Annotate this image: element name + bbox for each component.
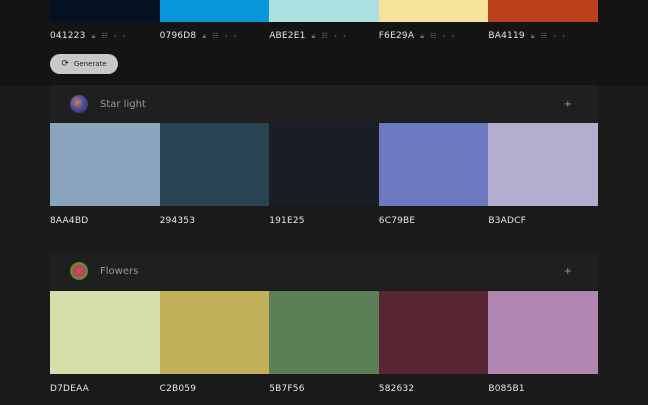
chevron-left-icon[interactable]: ‹ [443, 32, 446, 41]
chevron-right-icon[interactable]: › [123, 32, 126, 41]
sliders-icon[interactable]: ☷ [430, 32, 436, 41]
swatch-code-cell: C2B059 [160, 384, 270, 394]
swatch-code-cell: F6E29A 🔒︎ ☷ ‹ › [379, 31, 489, 41]
swatch-code-cell: 041223 🔒︎ ☷ ‹ › [50, 31, 160, 41]
hex-code: C2B059 [159, 384, 197, 394]
flowers-swatches [50, 291, 598, 374]
swatch-code-cell: 6C79BE [379, 216, 489, 226]
swatch-code-cell: B085B1 [488, 384, 598, 394]
swatch-controls: 🔒︎ ☷ ‹ › [202, 32, 236, 41]
hex-code: 0796D8 [159, 31, 197, 41]
sliders-icon[interactable]: ☷ [212, 32, 218, 41]
palette-avatar [70, 262, 88, 280]
color-swatch[interactable] [378, 291, 489, 374]
color-swatch[interactable] [269, 291, 379, 374]
hex-code: 6C79BE [378, 216, 416, 226]
lock-icon[interactable]: 🔒︎ [420, 32, 424, 41]
hex-code: F6E29A [378, 31, 415, 41]
color-swatch[interactable] [488, 123, 598, 206]
swatch-code-cell: 191E25 [269, 216, 379, 226]
sliders-icon[interactable]: ☷ [321, 32, 327, 41]
generate-button[interactable]: ⟳ Generate [50, 54, 118, 74]
chevron-left-icon[interactable]: ‹ [553, 32, 556, 41]
chevron-right-icon[interactable]: › [562, 32, 565, 41]
swatch-code-cell: 5B7F56 [269, 384, 379, 394]
hex-code: B3ADCF [488, 216, 527, 226]
palette-header-star-light: Star light + [50, 85, 598, 123]
swatch-controls: 🔒︎ ☷ ‹ › [420, 32, 454, 41]
star-light-swatches [50, 123, 598, 206]
color-swatch[interactable] [50, 291, 160, 374]
color-swatch[interactable] [269, 0, 379, 22]
lock-icon[interactable]: 🔒︎ [312, 32, 316, 41]
hex-code: B085B1 [488, 384, 525, 394]
palette-header-flowers: Flowers + [50, 252, 598, 290]
swatch-code-cell: BA4119 🔒︎ ☷ ‹ › [488, 31, 598, 41]
lock-icon[interactable]: 🔒︎ [92, 32, 96, 41]
lock-icon[interactable]: 🔒︎ [531, 32, 535, 41]
hex-code: 294353 [159, 216, 196, 226]
sliders-icon[interactable]: ☷ [102, 32, 108, 41]
generate-label: Generate [73, 60, 107, 68]
hex-code: ABE2E1 [269, 31, 306, 41]
color-swatch[interactable] [50, 0, 160, 22]
swatch-controls: 🔒︎ ☷ ‹ › [312, 32, 346, 41]
chevron-right-icon[interactable]: › [234, 32, 237, 41]
top-palette-codes: 041223 🔒︎ ☷ ‹ › 0796D8 🔒︎ ☷ ‹ › ABE2E1 🔒… [50, 31, 598, 41]
color-swatch[interactable] [269, 123, 379, 206]
palette-title: Flowers [100, 265, 139, 277]
add-palette-button[interactable]: + [564, 266, 572, 277]
hex-code: 582632 [378, 384, 415, 394]
color-swatch[interactable] [378, 0, 489, 22]
color-swatch[interactable] [159, 0, 270, 22]
swatch-code-cell: 294353 [160, 216, 270, 226]
swatch-code-cell: B3ADCF [488, 216, 598, 226]
color-swatch[interactable] [159, 123, 270, 206]
swatch-code-cell: 0796D8 🔒︎ ☷ ‹ › [160, 31, 270, 41]
hex-code: 191E25 [269, 216, 305, 226]
swatch-controls: 🔒︎ ☷ ‹ › [92, 32, 126, 41]
swatch-code-cell: 8AA4BD [50, 216, 160, 226]
palette-title: Star light [100, 98, 146, 110]
color-swatch[interactable] [488, 0, 598, 22]
flowers-codes: D7DEAA C2B059 5B7F56 582632 B085B1 [50, 384, 598, 394]
star-light-codes: 8AA4BD 294353 191E25 6C79BE B3ADCF [50, 216, 598, 226]
hex-code: 041223 [50, 31, 86, 41]
color-swatch[interactable] [378, 123, 489, 206]
lock-icon[interactable]: 🔒︎ [202, 32, 206, 41]
swatch-controls: 🔒︎ ☷ ‹ › [531, 32, 565, 41]
color-swatch[interactable] [50, 123, 160, 206]
swatch-code-cell: D7DEAA [50, 384, 160, 394]
chevron-left-icon[interactable]: ‹ [225, 32, 228, 41]
top-palette-swatches [50, 0, 598, 22]
swatch-code-cell: 582632 [379, 384, 489, 394]
chevron-right-icon[interactable]: › [452, 32, 455, 41]
chevron-left-icon[interactable]: ‹ [114, 32, 117, 41]
add-palette-button[interactable]: + [564, 99, 572, 110]
palette-avatar [70, 95, 88, 113]
chevron-right-icon[interactable]: › [343, 32, 346, 41]
color-swatch[interactable] [488, 291, 598, 374]
palette-page: 041223 🔒︎ ☷ ‹ › 0796D8 🔒︎ ☷ ‹ › ABE2E1 🔒… [0, 0, 648, 405]
hex-code: D7DEAA [50, 384, 90, 394]
hex-code: 5B7F56 [269, 384, 305, 394]
color-swatch[interactable] [159, 291, 270, 374]
swatch-code-cell: ABE2E1 🔒︎ ☷ ‹ › [269, 31, 379, 41]
hex-code: BA4119 [488, 31, 525, 41]
hex-code: 8AA4BD [50, 216, 89, 226]
chevron-left-icon[interactable]: ‹ [334, 32, 337, 41]
sliders-icon[interactable]: ☷ [541, 32, 547, 41]
refresh-icon: ⟳ [61, 58, 69, 69]
